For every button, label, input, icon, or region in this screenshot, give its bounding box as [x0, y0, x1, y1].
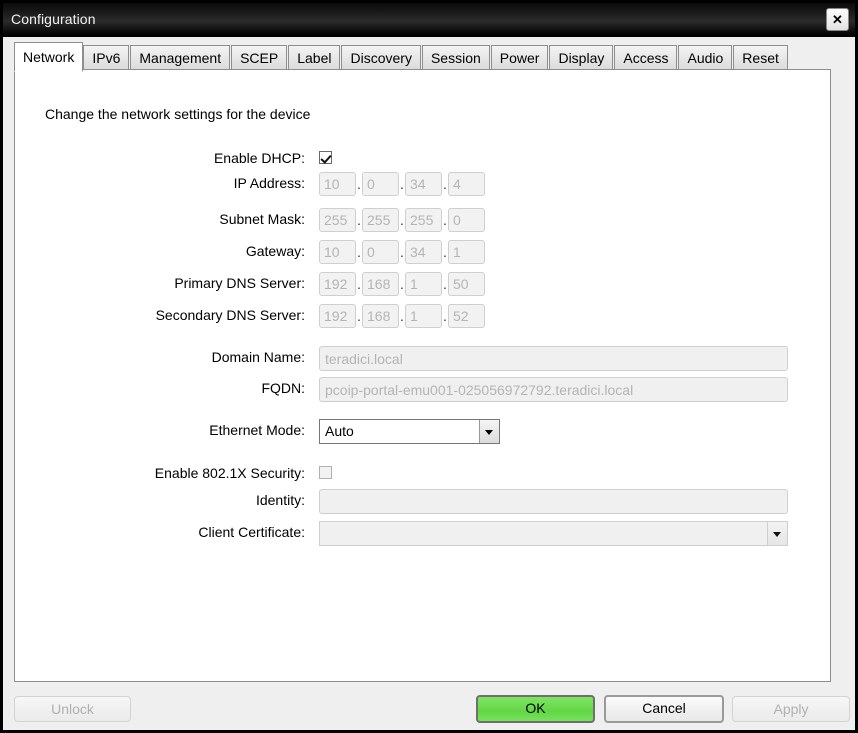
- row-gateway: Gateway: ...: [15, 240, 795, 264]
- gateway-octet-3[interactable]: [405, 240, 442, 264]
- checkbox-enable-dhcp[interactable]: [319, 151, 332, 164]
- row-identity: Identity:: [15, 489, 795, 514]
- gateway-octet-2[interactable]: [362, 240, 399, 264]
- tab-discovery[interactable]: Discovery: [341, 45, 421, 72]
- ethernet-mode-select[interactable]: Auto: [319, 419, 500, 444]
- identity-input[interactable]: [319, 489, 788, 514]
- close-icon[interactable]: ✕: [826, 8, 849, 31]
- label-subnet-mask: Subnet Mask:: [219, 211, 305, 227]
- tab-network[interactable]: Network: [14, 42, 84, 72]
- panel-headline: Change the network settings for the devi…: [45, 106, 311, 122]
- row-ip-address: IP Address: ...: [15, 172, 795, 196]
- tab-label[interactable]: Label: [288, 45, 341, 72]
- label-gateway: Gateway:: [245, 243, 305, 259]
- tab-reset[interactable]: Reset: [733, 45, 788, 72]
- row-domain-name: Domain Name:: [15, 346, 795, 371]
- tab-ipv6[interactable]: IPv6: [83, 45, 130, 72]
- tab-audio[interactable]: Audio: [678, 45, 733, 72]
- secondary-dns-octet-2[interactable]: [362, 304, 399, 328]
- tab-access[interactable]: Access: [614, 45, 678, 72]
- tab-display[interactable]: Display: [549, 45, 614, 72]
- label-client-certificate: Client Certificate:: [198, 524, 305, 540]
- apply-button[interactable]: Apply: [732, 696, 850, 722]
- label-enable-8021x: Enable 802.1X Security:: [154, 465, 305, 481]
- label-primary-dns: Primary DNS Server:: [174, 275, 305, 291]
- checkbox-enable-8021x[interactable]: [319, 466, 332, 479]
- gateway-octets: ...: [319, 240, 485, 264]
- ip-address-octet-4[interactable]: [448, 172, 485, 196]
- subnet-mask-octet-4[interactable]: [448, 208, 485, 232]
- row-enable-8021x: Enable 802.1X Security:: [15, 462, 795, 486]
- row-secondary-dns: Secondary DNS Server: ...: [15, 304, 795, 328]
- primary-dns-octets: ...: [319, 272, 485, 296]
- footer-button-bar: Unlock OK Cancel Apply: [3, 689, 855, 730]
- row-client-certificate: Client Certificate:: [15, 521, 795, 546]
- fqdn-input[interactable]: [319, 377, 788, 402]
- subnet-mask-octet-3[interactable]: [405, 208, 442, 232]
- primary-dns-octet-1[interactable]: [319, 272, 356, 296]
- secondary-dns-octets: ...: [319, 304, 485, 328]
- label-enable-dhcp: Enable DHCP:: [213, 150, 305, 166]
- title-bar: Configuration ✕: [3, 3, 855, 37]
- row-fqdn: FQDN:: [15, 377, 795, 402]
- chevron-down-icon[interactable]: [479, 420, 499, 443]
- row-subnet-mask: Subnet Mask: ...: [15, 208, 795, 232]
- row-ethernet-mode: Ethernet Mode: Auto: [15, 419, 795, 444]
- primary-dns-octet-2[interactable]: [362, 272, 399, 296]
- domain-name-input[interactable]: [319, 346, 788, 371]
- ok-button[interactable]: OK: [476, 695, 595, 723]
- ip-address-octets: ...: [319, 172, 485, 196]
- tab-strip: Network IPv6 Management SCEP Label Discovery S…: [3, 37, 855, 72]
- cancel-button[interactable]: Cancel: [604, 695, 724, 723]
- primary-dns-octet-3[interactable]: [405, 272, 442, 296]
- label-secondary-dns: Secondary DNS Server:: [155, 307, 305, 323]
- tab-power[interactable]: Power: [490, 45, 549, 72]
- row-enable-dhcp: Enable DHCP:: [15, 147, 795, 171]
- label-identity: Identity:: [255, 492, 305, 508]
- gateway-octet-1[interactable]: [319, 240, 356, 264]
- label-ip-address: IP Address:: [233, 175, 305, 191]
- chevron-down-icon[interactable]: [767, 522, 787, 545]
- label-fqdn: FQDN:: [261, 380, 305, 396]
- tab-scep[interactable]: SCEP: [231, 45, 288, 72]
- subnet-mask-octets: ...: [319, 208, 485, 232]
- row-primary-dns: Primary DNS Server: ...: [15, 272, 795, 296]
- tab-management[interactable]: Management: [130, 45, 231, 72]
- secondary-dns-octet-1[interactable]: [319, 304, 356, 328]
- ip-address-octet-2[interactable]: [362, 172, 399, 196]
- configuration-dialog: Configuration ✕ Network IPv6 Management SCE…: [0, 0, 858, 733]
- tab-session[interactable]: Session: [421, 45, 490, 72]
- subnet-mask-octet-1[interactable]: [319, 208, 356, 232]
- secondary-dns-octet-4[interactable]: [448, 304, 485, 328]
- window-title: Configuration: [11, 11, 96, 27]
- ethernet-mode-value: Auto: [325, 423, 354, 439]
- label-ethernet-mode: Ethernet Mode:: [209, 422, 305, 438]
- primary-dns-octet-4[interactable]: [448, 272, 485, 296]
- ip-address-octet-3[interactable]: [405, 172, 442, 196]
- unlock-button[interactable]: Unlock: [14, 696, 131, 722]
- ip-address-octet-1[interactable]: [319, 172, 356, 196]
- gateway-octet-4[interactable]: [448, 240, 485, 264]
- network-tab-panel: Change the network settings for the devi…: [14, 69, 831, 682]
- client-certificate-select[interactable]: [319, 521, 788, 546]
- label-domain-name: Domain Name:: [211, 349, 305, 365]
- subnet-mask-octet-2[interactable]: [362, 208, 399, 232]
- secondary-dns-octet-3[interactable]: [405, 304, 442, 328]
